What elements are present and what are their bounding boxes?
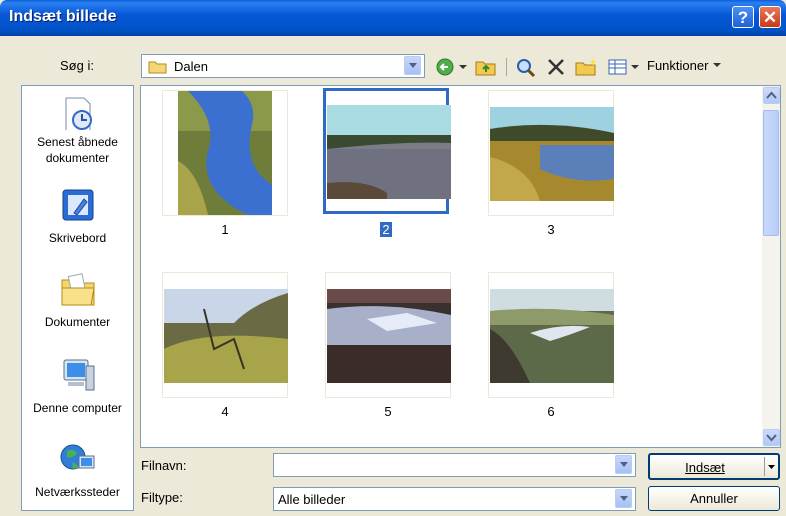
- functions-dropdown-icon: [713, 63, 722, 67]
- insert-button[interactable]: Indsæt: [648, 453, 780, 480]
- toolbar-separator: [506, 58, 507, 76]
- file-thumbnail[interactable]: [325, 272, 451, 398]
- place-label: Skrivebord: [48, 231, 107, 245]
- place-label: Senest åbnede dokumenter: [37, 135, 118, 165]
- place-label: Dokumenter: [44, 315, 111, 329]
- functions-label: Funktioner: [647, 58, 709, 73]
- file-name: 3: [488, 222, 614, 237]
- photo-hillside: [164, 289, 288, 383]
- place-desktop[interactable]: Skrivebord: [22, 186, 133, 246]
- place-recent-documents[interactable]: Senest åbnede dokumenter: [22, 94, 133, 166]
- file-name-text-selected: 2: [380, 222, 392, 237]
- file-name-text: 6: [547, 404, 555, 419]
- up-folder-icon[interactable]: [474, 56, 498, 78]
- title-bar[interactable]: Indsæt billede ? ✕: [0, 0, 786, 36]
- back-dropdown-icon[interactable]: [458, 56, 468, 78]
- network-places-icon: [60, 444, 94, 470]
- scroll-up-button[interactable]: [763, 87, 780, 104]
- file-thumbnail[interactable]: [488, 90, 614, 216]
- place-label: Denne computer: [33, 401, 122, 415]
- file-name: 1: [162, 222, 288, 237]
- photo-riverbank: [490, 107, 614, 201]
- dialog-title: Indsæt billede: [9, 8, 117, 25]
- place-network[interactable]: Netværkssteder: [22, 440, 133, 500]
- vertical-scrollbar[interactable]: [762, 86, 780, 447]
- documents-folder-icon: [61, 273, 95, 306]
- look-in-folder-name: Dalen: [174, 59, 208, 74]
- look-in-dropdown[interactable]: Dalen: [141, 54, 425, 78]
- file-name-text: 1: [221, 222, 229, 237]
- filename-input[interactable]: [273, 453, 636, 477]
- scroll-down-button[interactable]: [763, 429, 780, 446]
- place-documents[interactable]: Dokumenter: [22, 270, 133, 330]
- recent-documents-icon: [65, 97, 92, 133]
- cancel-button[interactable]: Annuller: [648, 486, 780, 511]
- file-name: 6: [488, 404, 614, 419]
- filetype-value: Alle billeder: [278, 492, 346, 507]
- search-web-icon[interactable]: [514, 56, 538, 78]
- file-thumbnail[interactable]: [162, 90, 288, 216]
- photo-stream-portrait: [178, 91, 272, 215]
- file-thumbnail[interactable]: [162, 272, 288, 398]
- insert-options-dropdown-icon[interactable]: [767, 462, 776, 472]
- back-icon[interactable]: [434, 56, 456, 78]
- places-bar: Senest åbnede dokumenter Skrivebord Doku…: [21, 85, 134, 511]
- file-list[interactable]: 1 2 3 4 5 6: [140, 85, 781, 448]
- split-divider: [764, 457, 765, 476]
- insert-picture-dialog: Indsæt billede ? ✕ Søg i: Dalen Funktion…: [0, 0, 786, 516]
- chevron-down-icon[interactable]: [615, 455, 632, 474]
- look-in-label: Søg i:: [60, 58, 94, 73]
- chevron-down-icon[interactable]: [615, 489, 632, 508]
- photo-valley: [490, 289, 614, 383]
- file-thumbnail-selected[interactable]: [323, 88, 451, 214]
- filetype-label: Filtype:: [141, 490, 183, 505]
- file-name: 5: [325, 404, 451, 419]
- file-name-text: 5: [384, 404, 392, 419]
- scroll-thumb[interactable]: [763, 110, 779, 236]
- views-dropdown-icon[interactable]: [630, 56, 640, 78]
- chevron-down-icon[interactable]: [404, 56, 421, 75]
- views-icon[interactable]: [606, 56, 630, 78]
- file-name: 4: [162, 404, 288, 419]
- desktop-icon: [62, 189, 93, 221]
- folder-icon: [148, 61, 167, 74]
- close-button[interactable]: ✕: [759, 6, 781, 28]
- file-name: 2: [323, 222, 449, 237]
- place-label: Netværkssteder: [35, 485, 120, 499]
- computer-icon: [63, 359, 94, 391]
- filetype-dropdown[interactable]: Alle billeder: [273, 487, 636, 511]
- filename-label: Filnavn:: [141, 458, 187, 473]
- insert-button-label: Indsæt: [685, 460, 725, 475]
- new-folder-icon[interactable]: [574, 56, 598, 78]
- chevron-up-icon: [766, 91, 777, 99]
- file-name-text: 4: [221, 404, 229, 419]
- place-my-computer[interactable]: Denne computer: [22, 356, 133, 416]
- photo-river-dark: [327, 289, 451, 383]
- delete-icon[interactable]: [545, 56, 567, 78]
- functions-menu[interactable]: Funktioner: [647, 58, 722, 73]
- file-name-text: 3: [547, 222, 555, 237]
- file-thumbnail[interactable]: [488, 272, 614, 398]
- help-button[interactable]: ?: [732, 6, 754, 28]
- chevron-down-icon: [766, 434, 777, 442]
- photo-river-wide: [327, 105, 451, 199]
